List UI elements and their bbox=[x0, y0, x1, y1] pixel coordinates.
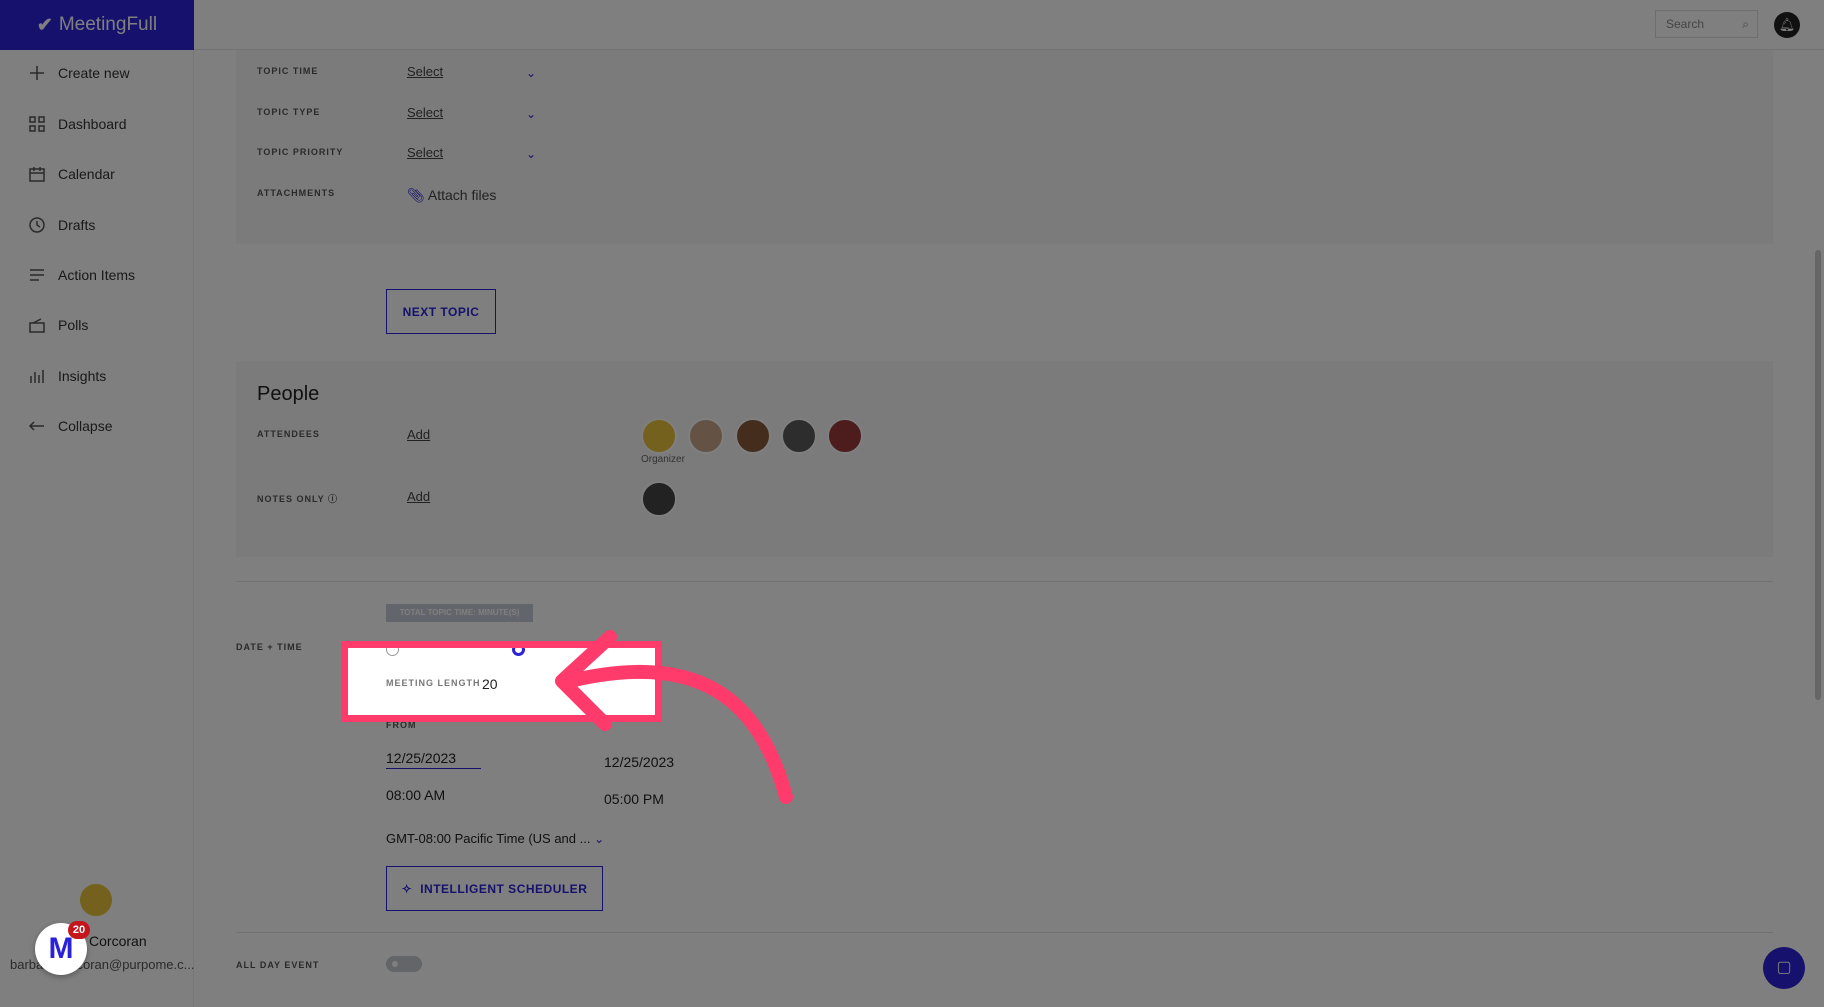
sidebar-item-create-new[interactable]: Create new bbox=[28, 64, 130, 82]
bar-chart-icon bbox=[30, 370, 44, 383]
all-day-label: ALL DAY EVENT bbox=[236, 960, 320, 970]
notes-only-label: NOTES ONLY ⓘ bbox=[257, 494, 339, 504]
sparkle-icon: ✧ bbox=[401, 881, 413, 896]
help-icon[interactable]: ⓘ bbox=[328, 494, 338, 504]
chevron-down-icon: ⌄ bbox=[594, 832, 605, 846]
topic-time-select[interactable]: Select bbox=[407, 64, 443, 79]
add-notes-only-link[interactable]: Add bbox=[407, 489, 430, 504]
divider bbox=[236, 932, 1773, 933]
attach-files-link[interactable]: 📎︎ Attach files bbox=[407, 187, 496, 204]
add-attendee-link[interactable]: Add bbox=[407, 427, 430, 442]
people-title: People bbox=[257, 383, 320, 405]
topic-priority-select[interactable]: Select bbox=[407, 145, 443, 160]
header: Search ⌕ 🔔︎ bbox=[194, 0, 1824, 50]
timezone-select[interactable]: GMT-08:00 Pacific Time (US and ... ⌄ bbox=[386, 831, 604, 846]
chat-button[interactable]: ▢ bbox=[1763, 947, 1805, 989]
search-input[interactable]: Search ⌕ bbox=[1655, 10, 1758, 38]
notification-badge: 20 bbox=[68, 921, 90, 939]
sidebar-item-insights[interactable]: Insights bbox=[28, 367, 106, 385]
organizer-label: Organizer bbox=[641, 454, 685, 465]
topic-priority-label: TOPIC PRIORITY bbox=[257, 147, 344, 157]
chevron-down-icon[interactable]: ⌄ bbox=[526, 107, 536, 121]
sidebar-item-polls[interactable]: Polls bbox=[28, 316, 88, 334]
calendar-icon bbox=[29, 167, 45, 182]
avatar[interactable] bbox=[735, 418, 771, 454]
chevron-down-icon[interactable]: ⌄ bbox=[526, 147, 536, 161]
avatar[interactable] bbox=[688, 418, 724, 454]
grid-icon bbox=[29, 116, 45, 132]
plus-icon bbox=[30, 66, 44, 80]
avatar[interactable] bbox=[641, 481, 677, 517]
avatar[interactable] bbox=[781, 418, 817, 454]
list-icon bbox=[30, 269, 44, 281]
logo-icon: ✔ bbox=[36, 14, 53, 36]
topic-panel bbox=[236, 50, 1773, 244]
bell-icon[interactable]: 🔔︎ bbox=[1774, 12, 1800, 38]
user-name: a Corcoran bbox=[77, 933, 147, 949]
to-time-input[interactable]: 05:00 PM bbox=[604, 791, 664, 807]
attendees-label: ATTENDEES bbox=[257, 429, 320, 439]
highlight-box bbox=[341, 641, 662, 722]
sidebar: ✔ MeetingFull Create new Dashboard Calend… bbox=[0, 0, 194, 1007]
avatar[interactable] bbox=[641, 418, 677, 454]
sidebar-item-action-items[interactable]: Action Items bbox=[28, 266, 135, 284]
next-topic-button[interactable]: NEXT TOPIC bbox=[386, 289, 496, 334]
sidebar-item-calendar[interactable]: Calendar bbox=[28, 165, 115, 183]
topic-type-select[interactable]: Select bbox=[407, 105, 443, 120]
to-date-input[interactable]: 12/25/2023 bbox=[604, 754, 674, 770]
total-topic-time-badge: TOTAL TOPIC TIME: MINUTE(S) bbox=[386, 604, 533, 622]
all-day-toggle[interactable] bbox=[386, 956, 422, 972]
divider bbox=[236, 581, 1773, 582]
scrollbar[interactable] bbox=[1815, 250, 1821, 700]
chat-icon: ▢ bbox=[1776, 959, 1792, 976]
paperclip-icon: 📎︎ bbox=[407, 187, 425, 203]
topic-time-label: TOPIC TIME bbox=[257, 66, 319, 76]
topic-type-label: TOPIC TYPE bbox=[257, 107, 321, 117]
intelligent-scheduler-button[interactable]: ✧ INTELLIGENT SCHEDULER bbox=[386, 866, 603, 911]
from-date-input[interactable]: 12/25/2023 bbox=[386, 750, 481, 769]
sidebar-item-drafts[interactable]: Drafts bbox=[28, 216, 95, 234]
avatar[interactable] bbox=[827, 418, 863, 454]
search-icon: ⌕ bbox=[1742, 17, 1749, 31]
poll-icon bbox=[29, 318, 45, 333]
attachments-label: ATTACHMENTS bbox=[257, 188, 336, 198]
sidebar-item-collapse[interactable]: Collapse bbox=[28, 417, 112, 435]
logo[interactable]: ✔ MeetingFull bbox=[0, 0, 194, 50]
from-time-input[interactable]: 08:00 AM bbox=[386, 787, 445, 803]
sidebar-item-dashboard[interactable]: Dashboard bbox=[28, 115, 127, 133]
arrow-left-icon bbox=[28, 421, 44, 431]
meetingfull-widget[interactable]: M 20 bbox=[35, 921, 90, 975]
people-panel bbox=[236, 361, 1773, 557]
date-time-label: DATE + TIME bbox=[236, 642, 303, 652]
clock-icon bbox=[29, 217, 45, 233]
user-avatar[interactable] bbox=[78, 882, 114, 918]
chevron-down-icon[interactable]: ⌄ bbox=[526, 66, 536, 80]
